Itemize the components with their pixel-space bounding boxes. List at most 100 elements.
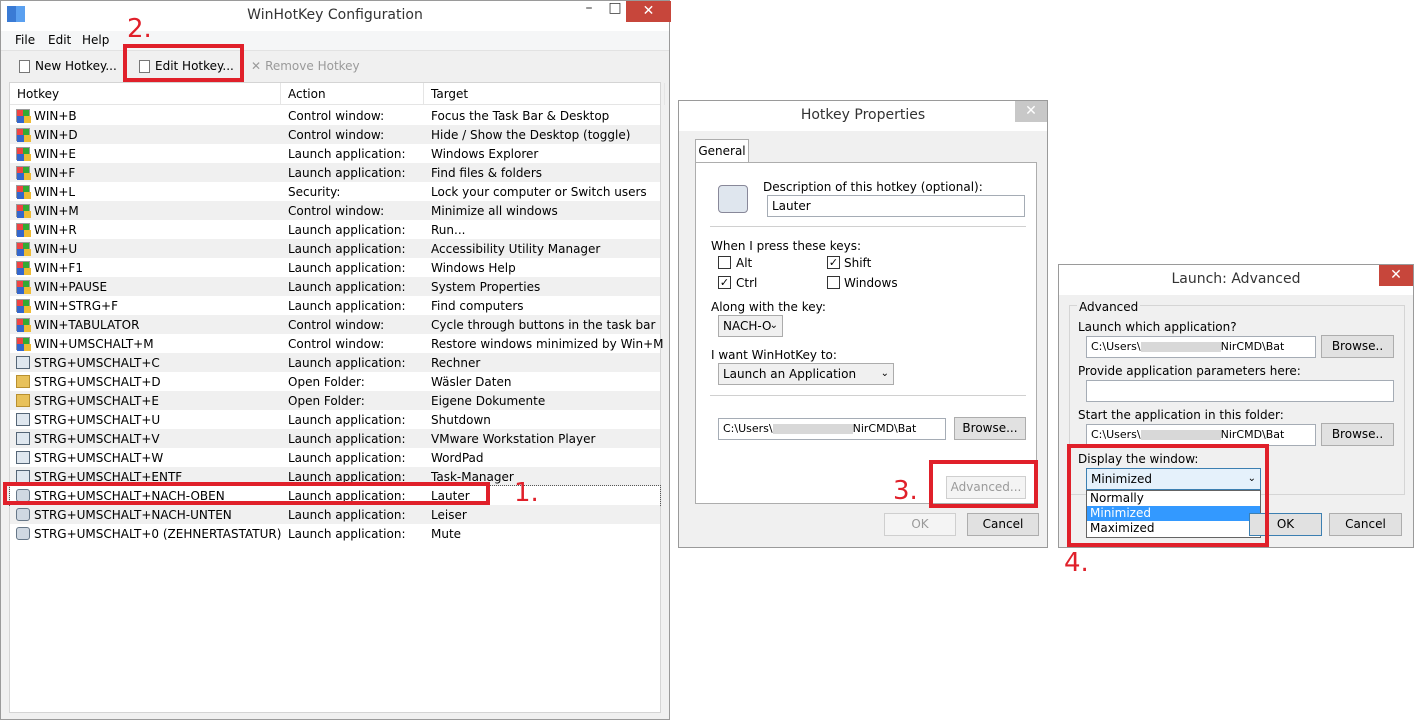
maximize-icon[interactable]: □ xyxy=(602,1,628,22)
cell-target: Eigene Dokumente xyxy=(431,394,546,408)
browse-button[interactable]: Browse... xyxy=(954,417,1026,440)
description-input[interactable]: Lauter xyxy=(767,195,1025,217)
folder-input[interactable]: C:\Users\ NirCMD\Bat xyxy=(1086,424,1316,446)
table-row[interactable]: WIN+L Security: Lock your computer or Swit… xyxy=(10,182,660,201)
table-row[interactable]: WIN+D Control window: Hide / Show the Desk… xyxy=(10,125,660,144)
application-path-input[interactable]: C:\Users\ NirCMD\Bat xyxy=(718,418,946,440)
table-row[interactable]: WIN+R Launch application: Run... xyxy=(10,220,660,239)
menu-edit[interactable]: Edit xyxy=(48,33,71,47)
along-key-label: Along with the key: xyxy=(711,300,826,314)
table-row[interactable]: WIN+TABULATOR Control window: Cycle throug… xyxy=(10,315,660,334)
cell-action: Control window: xyxy=(288,128,385,142)
annotation-label-4: 4. xyxy=(1064,548,1089,578)
cell-target: Minimize all windows xyxy=(431,204,558,218)
cancel-button[interactable]: Cancel xyxy=(967,513,1039,536)
column-hotkey[interactable]: Hotkey xyxy=(17,87,59,101)
app-icon xyxy=(16,413,30,426)
close-icon[interactable]: ✕ xyxy=(626,1,671,22)
properties-titlebar: Hotkey Properties ✕ xyxy=(679,101,1047,131)
browse-folder-button[interactable]: Browse.. xyxy=(1321,423,1394,446)
cell-target: WordPad xyxy=(431,451,484,465)
windows-logo-icon xyxy=(16,337,31,351)
column-divider[interactable] xyxy=(280,83,281,105)
cell-action: Control window: xyxy=(288,109,385,123)
menu-help[interactable]: Help xyxy=(82,33,109,47)
folder-icon xyxy=(16,375,30,388)
windows-checkbox[interactable] xyxy=(827,276,840,289)
cell-target: Mute xyxy=(431,527,462,541)
cell-hotkey: STRG+UMSCHALT+E xyxy=(34,394,160,408)
annotation-box-edit-hotkey xyxy=(123,44,244,82)
action-select[interactable]: Launch an Application ⌄ xyxy=(718,363,894,385)
tab-general[interactable]: General xyxy=(695,139,749,163)
divider xyxy=(710,226,1026,227)
table-row[interactable]: WIN+B Control window: Focus the Task Bar &… xyxy=(10,106,660,125)
browse-app-button[interactable]: Browse.. xyxy=(1321,335,1394,358)
menu-file[interactable]: File xyxy=(15,33,35,47)
windows-label: Windows xyxy=(844,276,898,290)
cell-target: VMware Workstation Player xyxy=(431,432,596,446)
windows-logo-icon xyxy=(16,299,31,313)
cell-target: Rechner xyxy=(431,356,481,370)
table-row[interactable]: WIN+UMSCHALT+M Control window: Restore win… xyxy=(10,334,664,353)
params-input[interactable] xyxy=(1086,380,1394,402)
main-window-title: WinHotKey Configuration xyxy=(247,7,423,23)
table-row[interactable]: WIN+E Launch application: Windows Explorer xyxy=(10,144,660,163)
windows-logo-icon xyxy=(16,280,31,294)
table-row[interactable]: STRG+UMSCHALT+0 (ZEHNERTASTATUR) Launch a… xyxy=(10,524,660,543)
application-input[interactable]: C:\Users\ NirCMD\Bat xyxy=(1086,336,1316,358)
windows-logo-icon xyxy=(16,185,31,199)
table-row[interactable]: STRG+UMSCHALT+NACH-UNTEN Launch applicati… xyxy=(10,505,660,524)
cell-action: Launch application: xyxy=(288,280,406,294)
close-icon[interactable]: ✕ xyxy=(1015,101,1047,122)
cell-action: Control window: xyxy=(288,337,385,351)
cell-hotkey: WIN+PAUSE xyxy=(34,280,108,294)
column-action[interactable]: Action xyxy=(288,87,326,101)
new-hotkey-button[interactable]: New Hotkey... xyxy=(19,56,117,76)
cancel-button[interactable]: Cancel xyxy=(1329,513,1402,536)
ctrl-checkbox[interactable]: ✓ xyxy=(718,276,731,289)
cell-action: Launch application: xyxy=(288,432,406,446)
table-row[interactable]: WIN+STRG+F Launch application: Find comput… xyxy=(10,296,660,315)
table-row[interactable]: WIN+F Launch application: Find files & fol… xyxy=(10,163,660,182)
table-row[interactable]: WIN+F1 Launch application: Windows Help xyxy=(10,258,660,277)
chevron-down-icon: ⌄ xyxy=(880,368,889,379)
annotation-label-1: 1. xyxy=(514,478,539,508)
key-select[interactable]: NACH-O ⌄ xyxy=(718,315,783,337)
annotation-label-2: 2. xyxy=(127,14,152,44)
table-row[interactable]: STRG+UMSCHALT+D Open Folder: Wäsler Daten xyxy=(10,372,660,391)
table-row[interactable]: STRG+UMSCHALT+U Launch application: Shutdo… xyxy=(10,410,660,429)
cell-hotkey: STRG+UMSCHALT+W xyxy=(34,451,164,465)
table-row[interactable]: STRG+UMSCHALT+V Launch application: VMware… xyxy=(10,429,660,448)
cell-hotkey: WIN+F xyxy=(34,166,76,180)
windows-logo-icon xyxy=(16,242,31,256)
column-divider[interactable] xyxy=(423,83,424,105)
table-row[interactable]: STRG+UMSCHALT+W Launch application: WordPa… xyxy=(10,448,660,467)
table-row[interactable]: WIN+U Launch application: Accessibility Ut… xyxy=(10,239,660,258)
alt-checkbox[interactable] xyxy=(718,256,731,269)
table-row[interactable]: STRG+UMSCHALT+E Open Folder: Eigene Dokume… xyxy=(10,391,660,410)
column-target[interactable]: Target xyxy=(431,87,468,101)
cell-action: Launch application: xyxy=(288,356,406,370)
windows-logo-icon xyxy=(16,166,31,180)
remove-hotkey-button[interactable]: ✕ Remove Hotkey xyxy=(251,56,360,76)
cell-target: Cycle through buttons in the task bar xyxy=(431,318,656,332)
cell-hotkey: WIN+M xyxy=(34,204,79,218)
table-row[interactable]: WIN+M Control window: Minimize all windows xyxy=(10,201,660,220)
cell-target: Shutdown xyxy=(431,413,491,427)
table-row[interactable]: STRG+UMSCHALT+C Launch application: Rechne… xyxy=(10,353,660,372)
cell-action: Security: xyxy=(288,185,341,199)
cell-action: Launch application: xyxy=(288,413,406,427)
column-divider[interactable] xyxy=(664,83,665,105)
shift-checkbox[interactable]: ✓ xyxy=(827,256,840,269)
shift-label: Shift xyxy=(844,256,872,270)
minimize-icon[interactable]: – xyxy=(576,1,602,22)
hotkey-list[interactable]: Hotkey Action Target WIN+B Control window… xyxy=(9,82,665,713)
ok-button[interactable]: OK xyxy=(884,513,956,536)
close-icon[interactable]: ✕ xyxy=(1379,265,1413,286)
table-row[interactable]: WIN+PAUSE Launch application: System Prope… xyxy=(10,277,660,296)
cell-target: Windows Explorer xyxy=(431,147,539,161)
windows-logo-icon xyxy=(16,128,31,142)
toolbar: New Hotkey... Edit Hotkey... ✕ Remove Hot… xyxy=(1,52,669,80)
cell-hotkey: WIN+L xyxy=(34,185,76,199)
